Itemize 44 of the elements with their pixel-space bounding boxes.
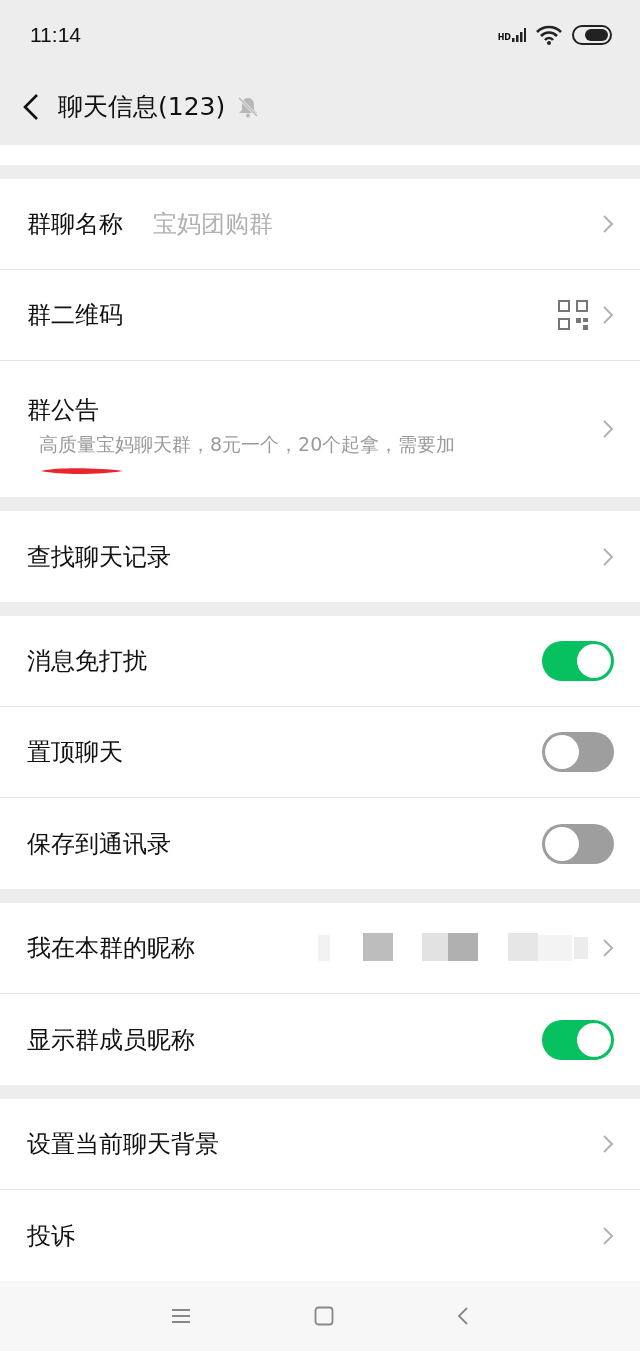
qr-code-icon [558, 300, 588, 330]
wifi-icon [536, 25, 562, 45]
chevron-icon [602, 938, 614, 958]
settings-row[interactable]: 我在本群的昵称 [0, 903, 640, 994]
back-icon[interactable] [22, 92, 40, 121]
chevron-icon [602, 214, 614, 234]
row-label: 显示群成员昵称 [27, 1024, 195, 1056]
status-time: 11:14 [30, 23, 81, 47]
chevron-icon [602, 305, 614, 325]
row-label: 群聊名称 [27, 209, 123, 240]
row-label: 设置当前聊天背景 [27, 1129, 219, 1160]
row-label: 投诉 [27, 1220, 75, 1252]
battery-icon [572, 25, 612, 45]
page-title: 聊天信息(123) [58, 91, 226, 123]
row-label: 保存到通讯录 [27, 828, 171, 860]
row-label: 群二维码 [27, 300, 123, 331]
row-label: 查找聊天记录 [27, 541, 171, 573]
toggle-switch[interactable] [542, 1019, 614, 1060]
row-value: 宝妈团购群 [153, 209, 273, 240]
settings-row[interactable]: 投诉 [0, 1190, 640, 1281]
chevron-icon [602, 546, 614, 567]
toggle-switch[interactable] [542, 732, 614, 772]
chevron-icon [602, 1134, 614, 1154]
settings-row[interactable]: 显示群成员昵称 [0, 994, 640, 1085]
row-label: 消息免打扰 [27, 646, 147, 677]
row-label: 置顶聊天 [27, 737, 123, 768]
signal-indicator: HD [497, 28, 526, 42]
settings-row[interactable]: 群公告 高质量宝妈聊天群，8元一个，20个起拿，需要加 [0, 361, 640, 497]
row-label: 我在本群的昵称 [27, 933, 195, 964]
chevron-icon [602, 1225, 614, 1246]
toggle-switch[interactable] [542, 641, 614, 681]
settings-row[interactable]: 群二维码 [0, 270, 640, 361]
toggle-switch[interactable] [542, 823, 614, 864]
settings-row[interactable]: 消息免打扰 [0, 616, 640, 707]
row-label: 群公告 [27, 395, 99, 426]
home-icon[interactable] [314, 1306, 334, 1326]
settings-row[interactable]: 查找聊天记录 [0, 511, 640, 602]
chevron-icon [602, 419, 614, 439]
settings-row[interactable]: 设置当前聊天背景 [0, 1099, 640, 1190]
settings-row[interactable]: 群聊名称 宝妈团购群 [0, 179, 640, 270]
settings-row[interactable]: 保存到通讯录 [0, 798, 640, 889]
notice-text: 高质量宝妈聊天群，8元一个，20个起拿，需要加 [38, 432, 456, 457]
settings-row[interactable]: 置顶聊天 [0, 707, 640, 798]
menu-icon[interactable] [171, 1308, 192, 1324]
